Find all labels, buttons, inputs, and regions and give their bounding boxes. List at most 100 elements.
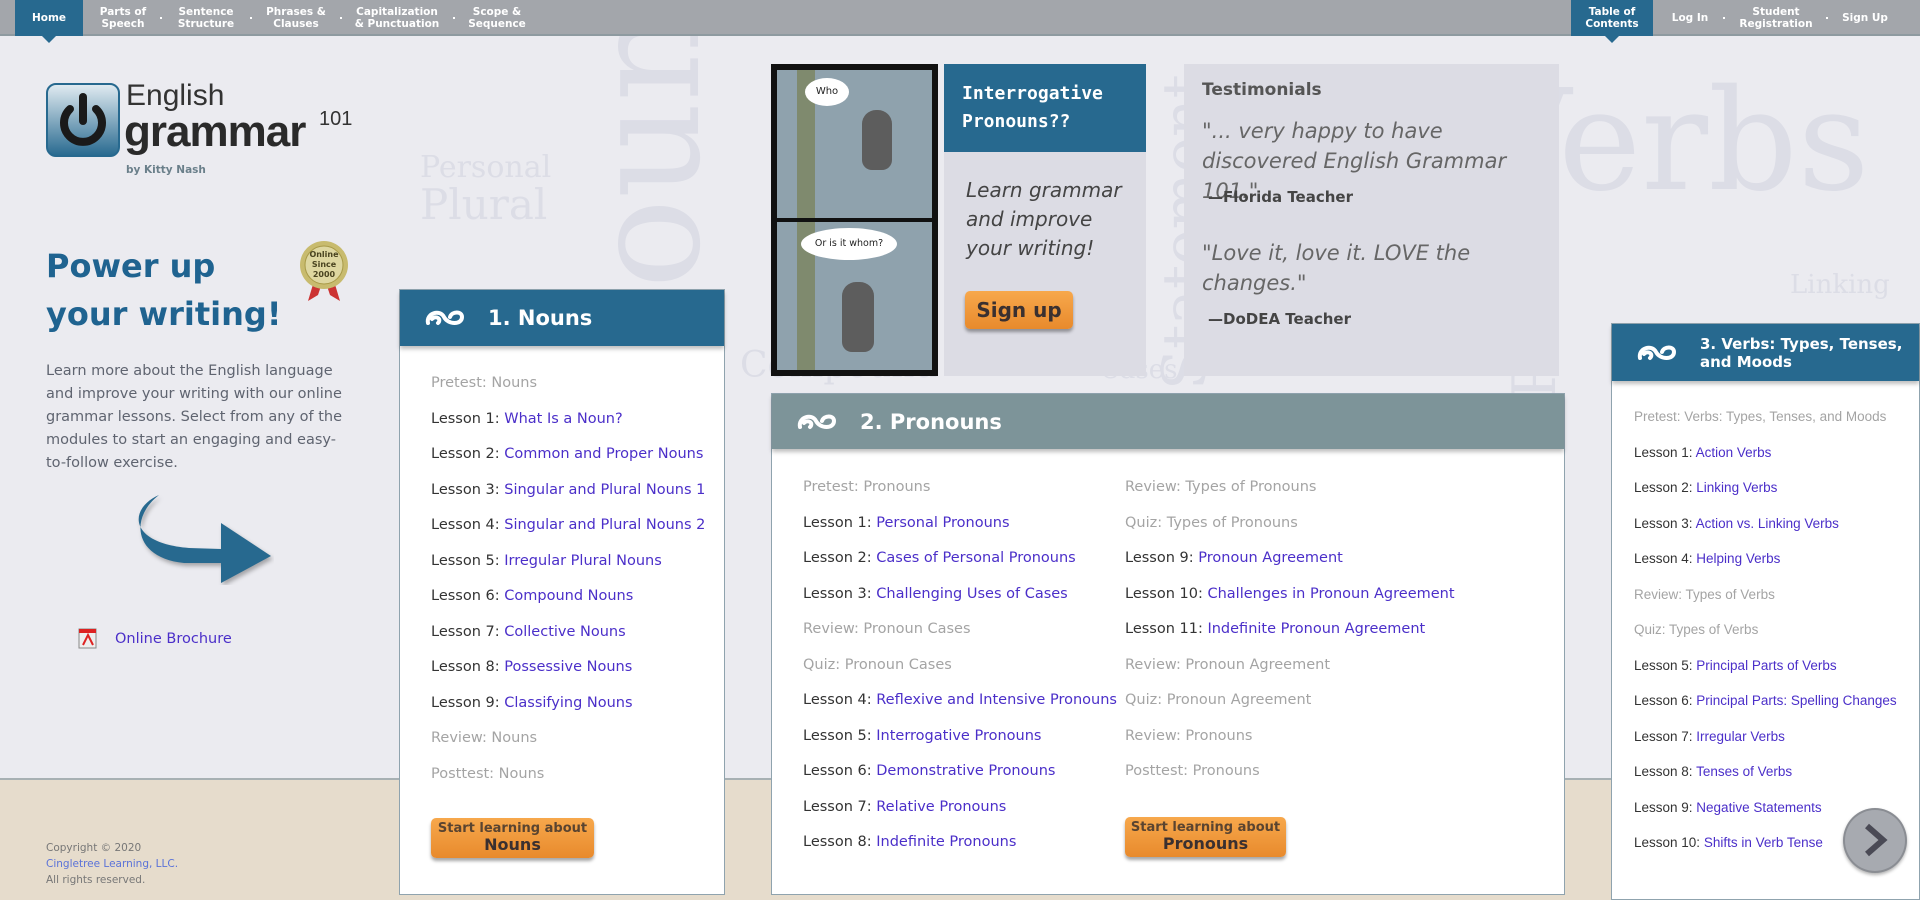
nav-student-registration[interactable]: Student Registration xyxy=(1736,0,1816,36)
lesson-item[interactable]: Review: Pronouns xyxy=(1125,728,1252,744)
nav-separator xyxy=(160,17,162,19)
lesson-item[interactable]: Posttest: Pronouns xyxy=(1125,763,1260,779)
lesson-link[interactable]: Indefinite Pronouns xyxy=(876,834,1016,850)
nav-phrases-clauses[interactable]: Phrases & Clauses xyxy=(261,0,331,36)
quote: "Love it, love it. LOVE the changes." xyxy=(1202,241,1471,295)
lesson-item: Lesson 9: Classifying Nouns xyxy=(431,695,633,711)
lesson-item[interactable]: Posttest: Nouns xyxy=(431,766,544,782)
lesson-item: Lesson 8: Possessive Nouns xyxy=(431,659,632,675)
sign-up-button[interactable]: Sign up xyxy=(965,291,1073,329)
next-button[interactable] xyxy=(1843,808,1907,873)
lesson-prefix: Pretest: Verbs: Types, Tenses, and Moods xyxy=(1634,409,1887,424)
lesson-link[interactable]: Tenses of Verbs xyxy=(1696,764,1792,779)
lesson-link[interactable]: Shifts in Verb Tense xyxy=(1704,835,1823,850)
chevron-right-icon xyxy=(1865,823,1888,857)
swirl-icon xyxy=(425,310,465,325)
lesson-item[interactable]: Quiz: Pronoun Agreement xyxy=(1125,692,1311,708)
pdf-icon xyxy=(78,628,97,649)
lesson-link[interactable]: What Is a Noun? xyxy=(504,411,622,427)
start-learning-button[interactable]: Start learning about Pronouns xyxy=(1125,817,1286,857)
logo[interactable]: English grammar 101 xyxy=(46,79,366,163)
nav-sign-up[interactable]: Sign Up xyxy=(1835,0,1895,36)
nav-log-in[interactable]: Log In xyxy=(1660,0,1720,36)
lesson-prefix: Lesson 1: xyxy=(803,514,877,531)
company-link[interactable]: Cingletree Learning, LLC. xyxy=(46,858,178,870)
lesson-item: Lesson 1: Action Verbs xyxy=(1634,445,1771,460)
quote-author: —DoDEA Teacher xyxy=(1208,310,1351,328)
module-header[interactable]: 3. Verbs: Types, Tenses, and Moods xyxy=(1612,324,1919,381)
lesson-item: Lesson 9: Pronoun Agreement xyxy=(1125,550,1343,566)
promo-box: Interrogative Pronouns?? Learn grammar a… xyxy=(944,64,1146,376)
lesson-link[interactable]: Principal Parts of Verbs xyxy=(1696,658,1836,673)
lesson-item[interactable]: Pretest: Verbs: Types, Tenses, and Moods xyxy=(1634,409,1886,424)
lesson-link[interactable]: Indefinite Pronoun Agreement xyxy=(1207,621,1425,637)
lesson-item[interactable]: Pretest: Nouns xyxy=(431,375,537,391)
button-line2: Pronouns xyxy=(1162,834,1249,853)
module-header[interactable]: 2. Pronouns xyxy=(772,394,1564,449)
lesson-link[interactable]: Action vs. Linking Verbs xyxy=(1696,516,1839,531)
nav-capitalization[interactable]: Capitalization & Punctuation xyxy=(352,0,442,36)
lesson-item[interactable]: Review: Pronoun Cases xyxy=(803,621,971,637)
byline: by Kitty Nash xyxy=(126,164,206,176)
lesson-item[interactable]: Review: Types of Pronouns xyxy=(1125,479,1317,495)
lesson-prefix: Lesson 5: xyxy=(803,727,877,744)
lesson-link[interactable]: Reflexive and Intensive Pronouns xyxy=(876,692,1117,708)
nav-sentence-structure[interactable]: Sentence Structure xyxy=(171,0,241,36)
lesson-link[interactable]: Possessive Nouns xyxy=(504,659,632,675)
lesson-item[interactable]: Quiz: Types of Verbs xyxy=(1634,622,1758,637)
nav-parts-of-speech[interactable]: Parts of Speech xyxy=(93,0,153,36)
lesson-prefix: Lesson 2: xyxy=(1634,480,1697,495)
lesson-link[interactable]: Classifying Nouns xyxy=(504,695,632,711)
lesson-prefix: Lesson 8: xyxy=(1634,764,1697,779)
lesson-link[interactable]: Negative Statements xyxy=(1696,800,1821,815)
hero-description: Learn more about the English language an… xyxy=(46,363,342,471)
lesson-link[interactable]: Interrogative Pronouns xyxy=(876,728,1041,744)
lesson-link[interactable]: Singular and Plural Nouns 1 xyxy=(504,482,705,498)
nav-scope-sequence[interactable]: Scope & Sequence xyxy=(462,0,532,36)
swirl-icon xyxy=(1637,345,1677,360)
lesson-item: Lesson 7: Irregular Verbs xyxy=(1634,729,1785,744)
module-header[interactable]: 1. Nouns xyxy=(400,290,724,346)
lesson-link[interactable]: Irregular Verbs xyxy=(1696,729,1785,744)
lesson-link[interactable]: Action Verbs xyxy=(1696,445,1772,460)
nav-separator xyxy=(1826,17,1828,19)
lesson-link[interactable]: Helping Verbs xyxy=(1696,551,1780,566)
lesson-item: Lesson 7: Relative Pronouns xyxy=(803,799,1006,815)
lesson-item[interactable]: Pretest: Pronouns xyxy=(803,479,930,495)
lesson-link[interactable]: Demonstrative Pronouns xyxy=(876,763,1055,779)
nav-table-of-contents[interactable]: Table of Contents xyxy=(1571,0,1653,43)
lesson-link[interactable]: Collective Nouns xyxy=(504,624,625,640)
online-brochure-link[interactable]: Online Brochure xyxy=(78,628,232,649)
lesson-prefix: Quiz: Pronoun Cases xyxy=(803,656,952,673)
lesson-item[interactable]: Review: Pronoun Agreement xyxy=(1125,657,1330,673)
lesson-link[interactable]: Relative Pronouns xyxy=(876,799,1006,815)
brochure-label: Online Brochure xyxy=(115,630,232,647)
lesson-link[interactable]: Linking Verbs xyxy=(1696,480,1777,495)
lesson-link[interactable]: Personal Pronouns xyxy=(876,515,1009,531)
online-since-seal: Online Since 2000 xyxy=(298,241,350,303)
lesson-link[interactable]: Common and Proper Nouns xyxy=(504,446,703,462)
nav-home[interactable]: Home xyxy=(15,0,83,43)
lesson-link[interactable]: Cases of Personal Pronouns xyxy=(876,550,1075,566)
lesson-prefix: Lesson 9: xyxy=(1125,550,1199,566)
lesson-link[interactable]: Pronoun Agreement xyxy=(1198,550,1343,566)
lesson-link[interactable]: Compound Nouns xyxy=(504,588,633,604)
lesson-link[interactable]: Challenging Uses of Cases xyxy=(876,586,1067,602)
lesson-link[interactable]: Principal Parts: Spelling Changes xyxy=(1696,693,1896,708)
lesson-link[interactable]: Irregular Plural Nouns xyxy=(504,553,662,569)
lesson-item[interactable]: Quiz: Types of Pronouns xyxy=(1125,515,1298,531)
lesson-item: Lesson 2: Common and Proper Nouns xyxy=(431,446,703,462)
lesson-prefix: Lesson 6: xyxy=(1634,693,1697,708)
comic-image[interactable]: Who Or is it whom? xyxy=(771,64,938,376)
lesson-item: Lesson 5: Irregular Plural Nouns xyxy=(431,553,662,569)
swirl-icon xyxy=(797,414,837,429)
lesson-item[interactable]: Review: Nouns xyxy=(431,730,537,746)
lesson-link[interactable]: Singular and Plural Nouns 2 xyxy=(504,517,705,533)
lesson-link[interactable]: Challenges in Pronoun Agreement xyxy=(1207,586,1454,602)
lesson-item[interactable]: Review: Types of Verbs xyxy=(1634,587,1775,602)
start-learning-button[interactable]: Start learning about Nouns xyxy=(431,818,594,858)
speech-bubble: Who xyxy=(805,78,849,106)
lesson-item[interactable]: Quiz: Pronoun Cases xyxy=(803,657,952,673)
lesson-prefix: Quiz: Types of Verbs xyxy=(1634,622,1759,637)
logo-101: 101 xyxy=(319,108,353,130)
